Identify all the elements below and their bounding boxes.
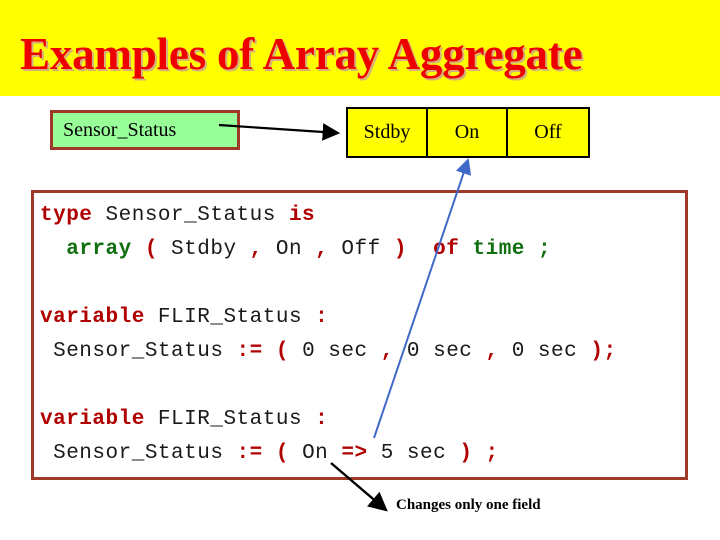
code-token: ( <box>275 442 289 465</box>
code-token: 5 sec <box>367 442 460 465</box>
array-cell-on: On <box>428 109 508 156</box>
code-token: variable <box>40 306 145 329</box>
line-assign-full: Sensor_Status := ( 0 sec , 0 sec , 0 sec… <box>40 335 681 369</box>
code-token: FLIR_Status <box>144 408 316 431</box>
code-token: Off <box>328 238 394 261</box>
code-token: : <box>315 408 329 431</box>
code-token: , <box>315 238 329 261</box>
code-token: 0 sec <box>498 340 591 363</box>
code-token: time <box>472 238 525 261</box>
code-token: variable <box>40 408 145 431</box>
code-token: array <box>66 238 132 261</box>
code-token: , <box>380 340 394 363</box>
page-title: Examples of Array Aggregate <box>20 29 583 79</box>
code-token: => <box>341 442 368 465</box>
code-token: Sensor_Status <box>92 204 289 227</box>
sensor-status-box-label: Sensor_Status <box>63 119 177 141</box>
code-token: ; <box>538 238 552 261</box>
code-token: type <box>40 204 93 227</box>
code-token: Stdby <box>157 238 250 261</box>
code-token: is <box>288 204 316 227</box>
code-token: ); <box>590 340 617 363</box>
code-token: Sensor_Status <box>40 340 237 363</box>
code-token: := <box>236 340 263 363</box>
line-array-decl: array ( Stdby , On , Off ) of time ; <box>40 233 681 267</box>
array-cell-stdby: Stdby <box>348 109 428 156</box>
code-token: , <box>249 238 263 261</box>
code-token: : <box>315 306 329 329</box>
code-token: ) <box>459 442 473 465</box>
line-var-decl-1: variable FLIR_Status : <box>40 301 681 335</box>
code-token: On <box>262 238 316 261</box>
line-var-decl-2: variable FLIR_Status : <box>40 403 681 437</box>
code-token: 0 sec <box>288 340 381 363</box>
array-cells-table: Stdby On Off <box>346 107 590 158</box>
code-token: FLIR_Status <box>144 306 316 329</box>
line-blank-2 <box>40 369 681 403</box>
code-token: 0 sec <box>393 340 486 363</box>
code-token: ( <box>275 340 289 363</box>
caption-changes-one-field: Changes only one field <box>396 497 541 513</box>
line-type-decl: type Sensor_Status is <box>40 199 681 233</box>
code-example-box: type Sensor_Status is array ( Stdby , On… <box>31 190 688 480</box>
array-cell-off: Off <box>508 109 588 156</box>
code-token: On <box>288 442 342 465</box>
code-token: ( <box>144 238 158 261</box>
code-lines: type Sensor_Status is array ( Stdby , On… <box>40 199 681 471</box>
code-token: of <box>433 238 460 261</box>
title-banner: Examples of Array Aggregate <box>0 0 720 96</box>
line-blank-1 <box>40 267 681 301</box>
code-token: , <box>485 340 499 363</box>
code-token: ; <box>485 442 499 465</box>
code-token: ) <box>393 238 407 261</box>
line-assign-named: Sensor_Status := ( On => 5 sec ) ; <box>40 437 681 471</box>
code-token: Sensor_Status <box>40 442 237 465</box>
code-token: := <box>236 442 263 465</box>
slide-canvas: Examples of Array Aggregate Sensor_Statu… <box>0 0 720 540</box>
sensor-status-box: Sensor_Status <box>50 110 240 150</box>
